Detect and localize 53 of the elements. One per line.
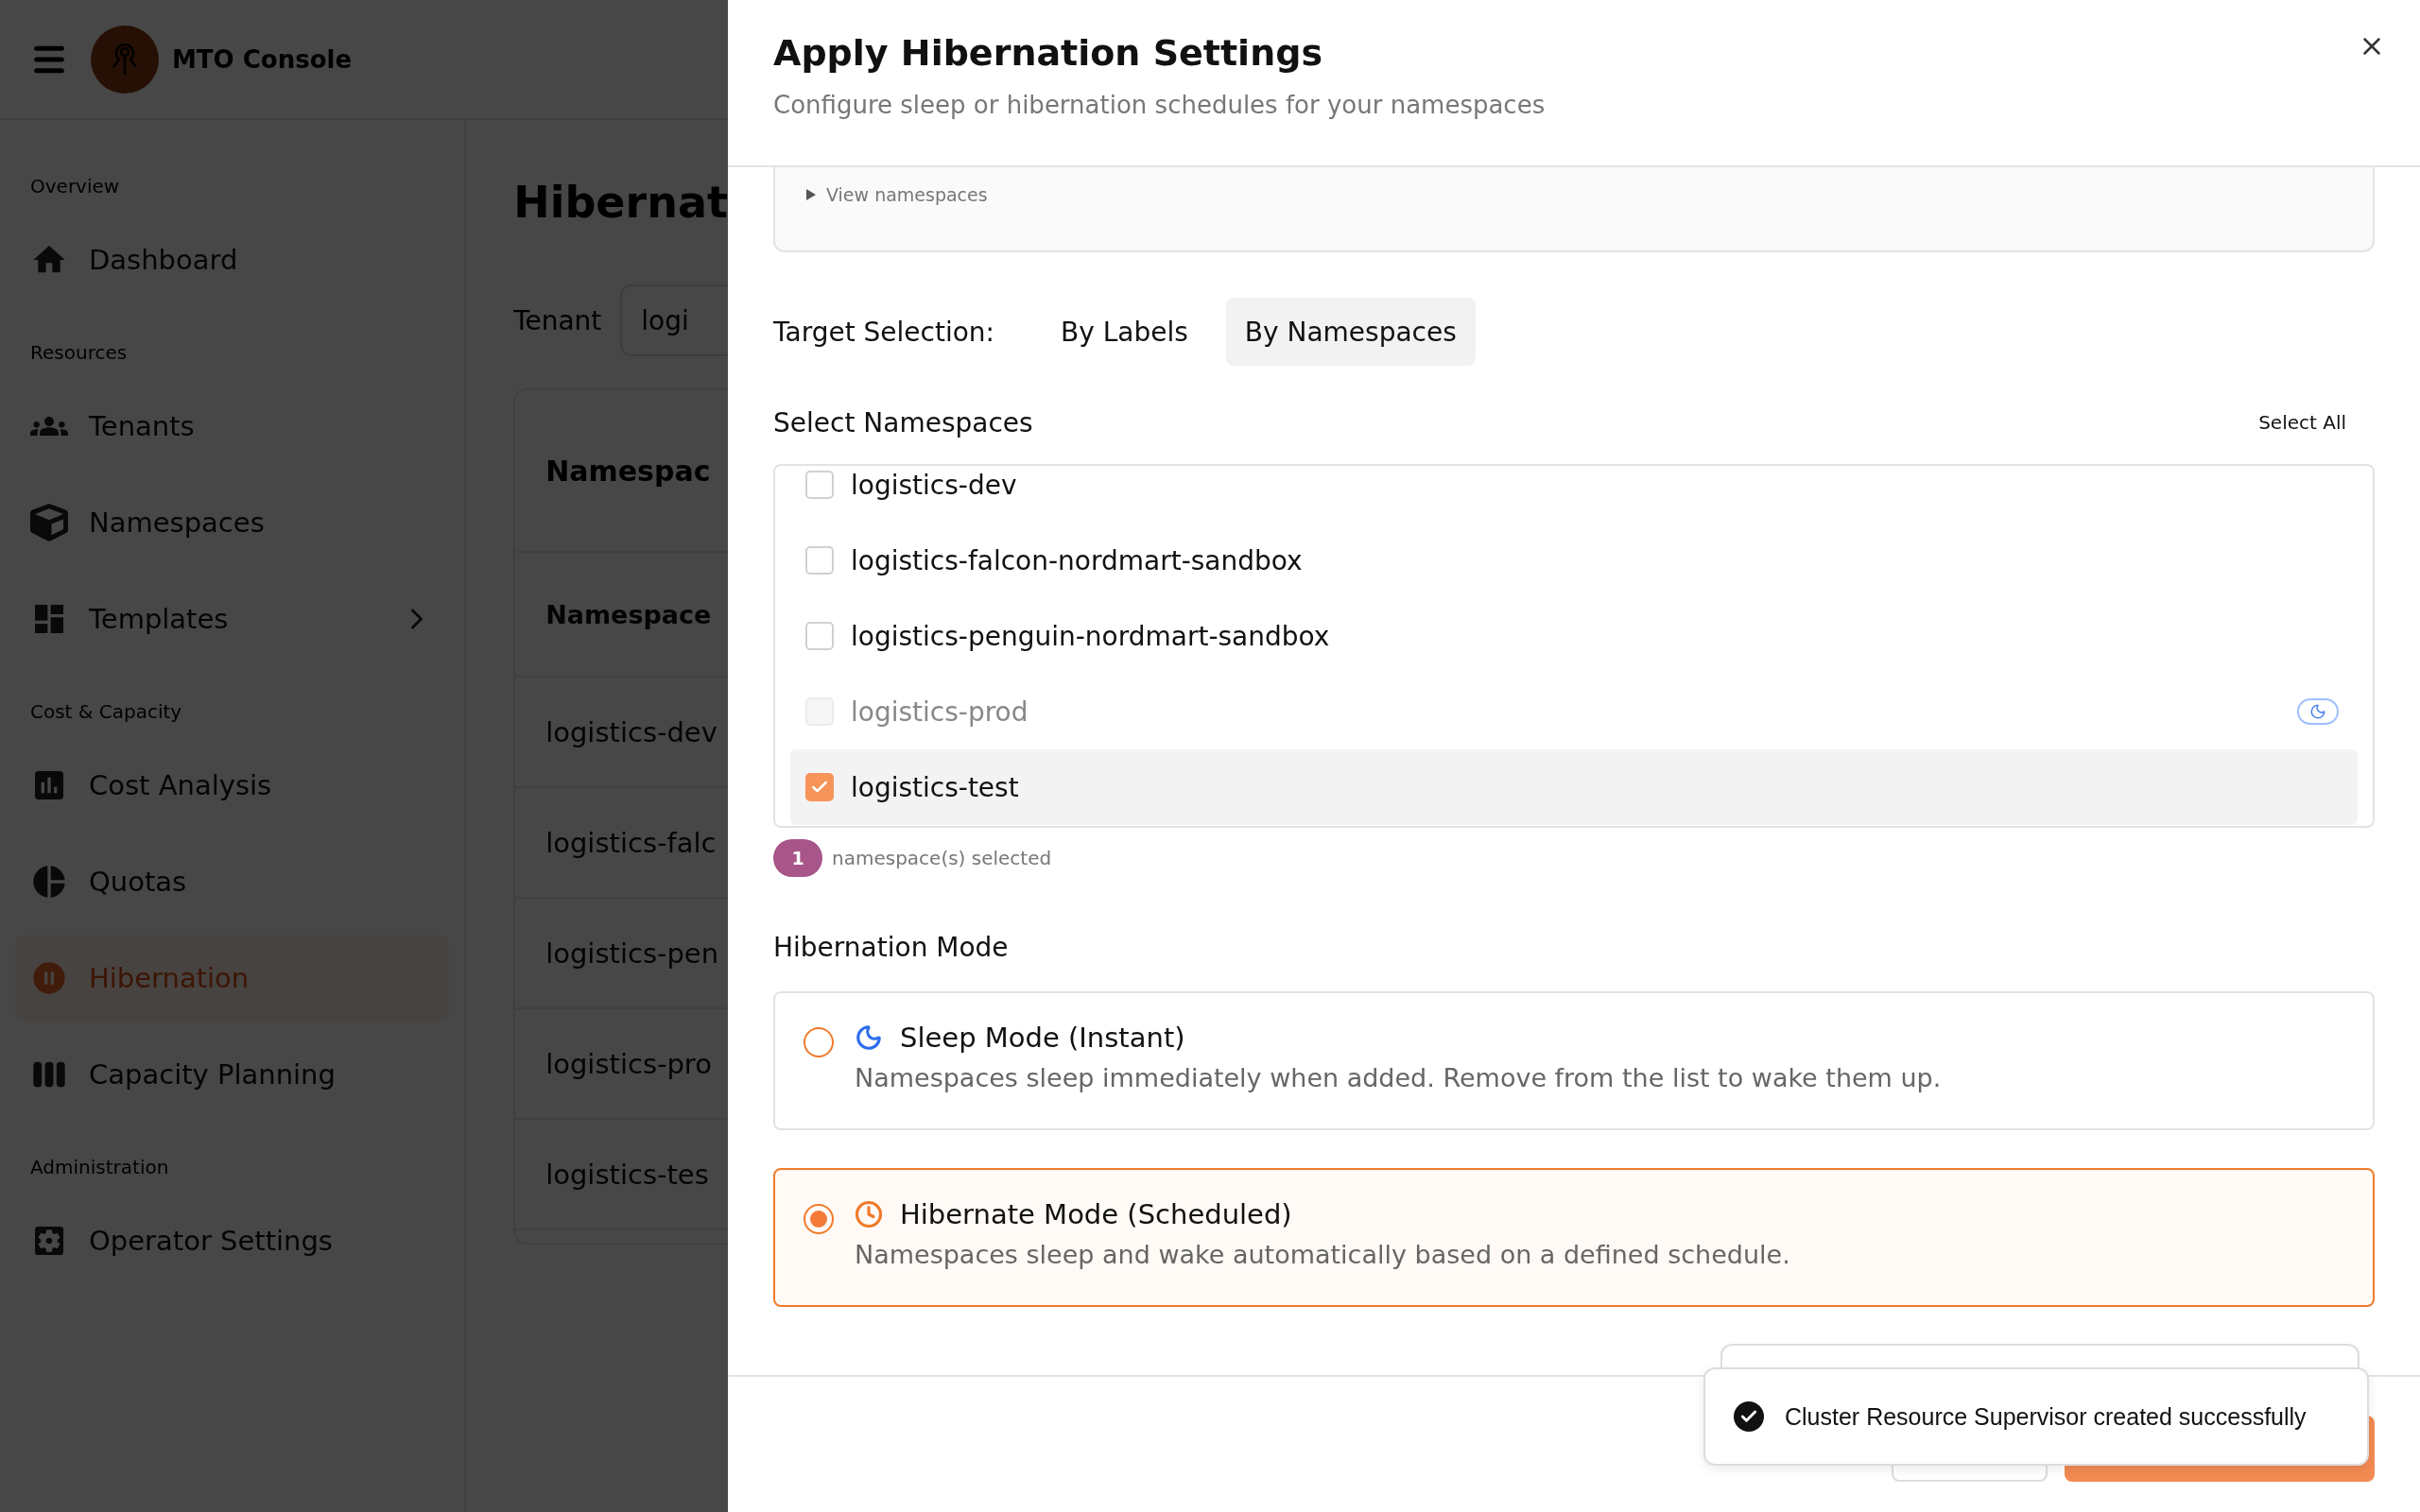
namespace-name: logistics-dev: [851, 469, 1018, 501]
section-label: Administration: [29, 1155, 170, 1180]
sidebar-item-label: Hibernation: [89, 962, 251, 994]
checkbox[interactable]: [805, 471, 834, 499]
section-title: Hibernation Mode: [773, 932, 1010, 963]
sidebar-item-label: Dashboard: [89, 244, 239, 276]
section-label: Resources: [29, 340, 129, 366]
sidebar-item-label: Namespaces: [89, 507, 266, 539]
namespace-name: logistics-falcon-nordmart-sandbox: [851, 544, 1304, 576]
app-title: MTO Console: [172, 44, 353, 74]
target-tab[interactable]: By Namespaces: [1225, 298, 1476, 366]
count-badge: 1: [773, 839, 822, 877]
option-description: Namespaces sleep immediately when added. Remove from the list to wake them up.: [855, 1063, 1942, 1092]
option-title: Hibernate Mode (Scheduled): [900, 1198, 1292, 1230]
option-title: Sleep Mode (Instant): [900, 1022, 1185, 1054]
mode-option[interactable]: Sleep Mode (Instant) Namespaces sleep immediately when added. Remove from the list to wake them up.: [773, 991, 2375, 1130]
sidebar-item-label: Cost Analysis: [89, 769, 273, 801]
section-label: Overview: [29, 174, 121, 199]
sidebar-item-label: Tenants: [89, 410, 196, 442]
checkbox[interactable]: [805, 546, 834, 575]
sidebar-item-label: Quotas: [89, 866, 188, 898]
dialog-subtitle: Configure sleep or hibernation schedules for your namespaces: [773, 91, 1547, 119]
triangle-icon: [805, 189, 817, 200]
namespace-name: logistics-penguin-nordmart-sandbox: [851, 620, 1331, 652]
tenant-label: Tenant: [513, 304, 602, 336]
check-circle-icon: [1734, 1401, 1764, 1432]
namespace-name: logistics-prod: [851, 696, 1029, 728]
checkbox[interactable]: [805, 622, 834, 650]
sidebar-item-label: Templates: [89, 603, 230, 635]
namespace-row[interactable]: logistics-falcon-nordmart-sandbox: [790, 523, 2358, 598]
sidebar-item-label: Capacity Planning: [89, 1058, 337, 1091]
toast-message: Cluster Resource Supervisor created successfully: [1785, 1402, 2307, 1431]
option-description: Namespaces sleep and wake automatically based on a defined schedule.: [855, 1240, 1790, 1269]
section-title: Select Namespaces: [773, 406, 1033, 438]
sidebar-item-label: Operator Settings: [89, 1225, 334, 1257]
namespace-row[interactable]: logistics-test: [790, 749, 2358, 825]
details-toggle[interactable]: View namespaces: [805, 184, 988, 205]
clock-icon: [855, 1200, 883, 1228]
mode-option[interactable]: Hibernate Mode (Scheduled) Namespaces sleep and wake automatically based on a defined schedule.: [773, 1168, 2375, 1307]
radio[interactable]: [804, 1204, 834, 1234]
moon-icon: [855, 1023, 883, 1052]
section-label: Cost & Capacity: [29, 699, 183, 725]
target-tab[interactable]: By Labels: [1042, 298, 1207, 366]
checkbox[interactable]: [805, 773, 834, 801]
count-label: namespace(s) selected: [832, 847, 1052, 869]
dialog-title: Apply Hibernation Settings: [773, 32, 1323, 74]
namespace-name: logistics-test: [851, 771, 1020, 803]
target-label: Target Selection:: [773, 316, 994, 348]
namespace-row[interactable]: logistics-penguin-nordmart-sandbox: [790, 598, 2358, 674]
namespace-row[interactable]: logistics-dev: [790, 466, 2358, 523]
page-title: Hibernat: [513, 177, 728, 228]
radio[interactable]: [804, 1027, 834, 1057]
select-all-button[interactable]: Select All: [2253, 405, 2352, 439]
